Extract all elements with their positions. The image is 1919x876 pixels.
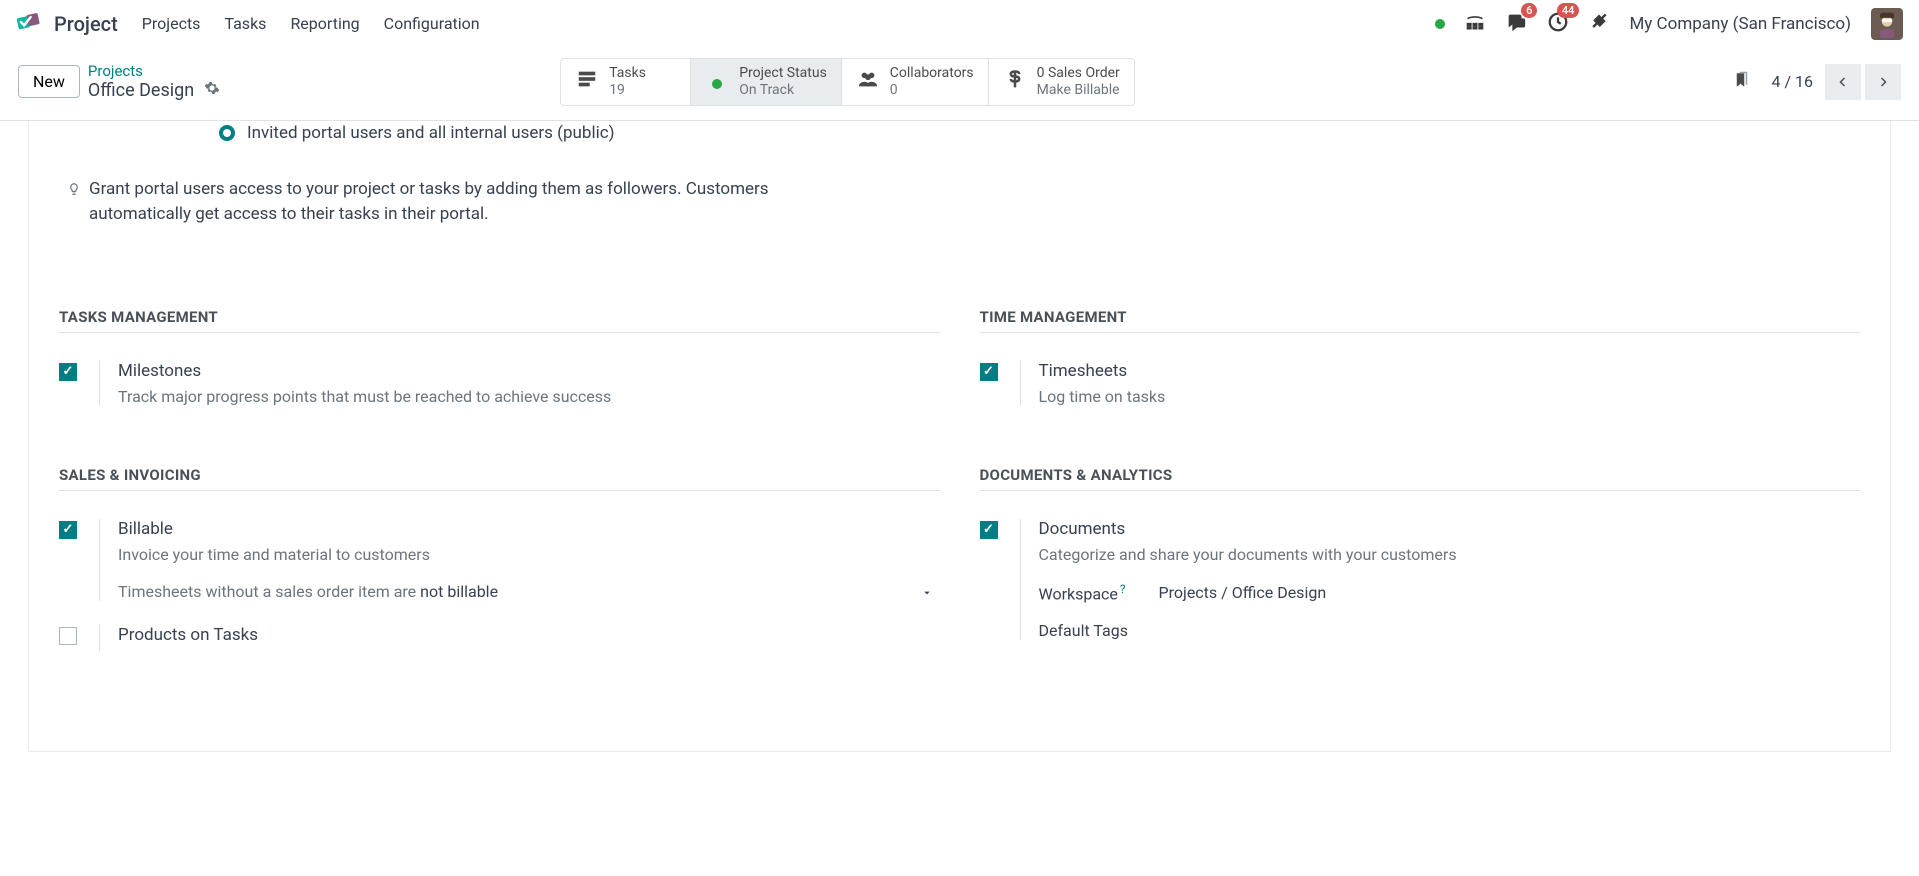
section-time-mgmt: TIME MANAGEMENT bbox=[980, 308, 1861, 333]
stat-sales-order[interactable]: 0 Sales Order Make Billable bbox=[989, 59, 1134, 105]
menu-reporting[interactable]: Reporting bbox=[290, 14, 359, 33]
workspace-field[interactable]: Workspace? Projects / Office Design bbox=[1039, 582, 1861, 603]
billable-desc: Invoice your time and material to custom… bbox=[118, 545, 940, 564]
help-icon[interactable]: ? bbox=[1120, 582, 1126, 596]
documents-desc: Categorize and share your documents with… bbox=[1039, 545, 1861, 564]
lightbulb-icon bbox=[67, 180, 81, 202]
workspace-value: Projects / Office Design bbox=[1159, 583, 1327, 602]
control-panel: New Projects Office Design Tasks 19 Proj… bbox=[0, 48, 1919, 121]
gear-icon[interactable] bbox=[204, 80, 220, 101]
milestones-label: Milestones bbox=[118, 361, 940, 381]
setting-milestones: Milestones Track major progress points t… bbox=[59, 361, 940, 406]
setting-billable: Billable Invoice your time and material … bbox=[59, 519, 940, 601]
new-button[interactable]: New bbox=[18, 65, 80, 98]
phone-icon[interactable] bbox=[1465, 12, 1485, 36]
stat-tasks-label: Tasks bbox=[609, 65, 646, 82]
milestones-desc: Track major progress points that must be… bbox=[118, 387, 940, 406]
stat-collab-value: 0 bbox=[890, 82, 974, 99]
menu-projects[interactable]: Projects bbox=[142, 14, 201, 33]
user-avatar[interactable] bbox=[1871, 8, 1903, 40]
visibility-tip-text: Grant portal users access to your projec… bbox=[89, 177, 787, 228]
products-on-tasks-checkbox[interactable] bbox=[59, 627, 77, 645]
stat-collab-label: Collaborators bbox=[890, 65, 974, 82]
timesheets-label: Timesheets bbox=[1039, 361, 1861, 381]
stat-buttons: Tasks 19 Project Status On Track Collabo… bbox=[560, 58, 1135, 106]
stat-status-label: Project Status bbox=[739, 65, 827, 82]
section-docs-analytics: DOCUMENTS & ANALYTICS bbox=[980, 466, 1861, 491]
section-sales-invoicing: SALES & INVOICING bbox=[59, 466, 940, 491]
documents-checkbox[interactable] bbox=[980, 521, 998, 539]
bookmark-icon[interactable] bbox=[1733, 69, 1751, 95]
activities-icon[interactable]: 44 bbox=[1547, 11, 1569, 37]
status-dot-icon bbox=[705, 70, 729, 94]
debug-icon[interactable] bbox=[1589, 12, 1609, 36]
messages-icon[interactable]: 6 bbox=[1505, 11, 1527, 37]
billable-label: Billable bbox=[118, 519, 940, 539]
stat-project-status[interactable]: Project Status On Track bbox=[691, 59, 842, 105]
collaborators-icon bbox=[856, 68, 880, 95]
dollar-icon bbox=[1003, 67, 1027, 96]
products-on-tasks-label: Products on Tasks bbox=[118, 625, 940, 645]
stat-sales-value: Make Billable bbox=[1037, 82, 1120, 99]
caret-down-icon bbox=[922, 582, 932, 601]
setting-documents: Documents Categorize and share your docu… bbox=[980, 519, 1861, 640]
setting-timesheets: Timesheets Log time on tasks bbox=[980, 361, 1861, 406]
section-tasks-mgmt: TASKS MANAGEMENT bbox=[59, 308, 940, 333]
main-menu: Projects Tasks Reporting Configuration bbox=[142, 14, 480, 33]
documents-label: Documents bbox=[1039, 519, 1861, 539]
default-tags-field[interactable]: Default Tags bbox=[1039, 621, 1861, 640]
setting-products-on-tasks: Products on Tasks bbox=[59, 625, 940, 651]
ts-policy-value: not billable bbox=[420, 582, 498, 601]
menu-tasks[interactable]: Tasks bbox=[224, 14, 266, 33]
connection-status-icon bbox=[1435, 19, 1445, 29]
messages-badge: 6 bbox=[1521, 3, 1537, 18]
form-sheet: Invited portal users and all internal us… bbox=[28, 121, 1891, 752]
visibility-tip: Grant portal users access to your projec… bbox=[67, 177, 787, 228]
radio-selected-icon bbox=[219, 125, 235, 141]
visibility-option-public[interactable]: Invited portal users and all internal us… bbox=[219, 121, 1860, 143]
timesheets-desc: Log time on tasks bbox=[1039, 387, 1861, 406]
pager-counter[interactable]: 4 / 16 bbox=[1771, 72, 1813, 91]
stat-status-value: On Track bbox=[739, 82, 827, 99]
activities-badge: 44 bbox=[1557, 3, 1580, 18]
pager-prev[interactable] bbox=[1825, 64, 1861, 100]
default-tags-label: Default Tags bbox=[1039, 621, 1128, 640]
billable-checkbox[interactable] bbox=[59, 521, 77, 539]
ts-policy-prefix: Timesheets without a sales order item ar… bbox=[118, 582, 416, 601]
visibility-public-label: Invited portal users and all internal us… bbox=[247, 123, 615, 143]
breadcrumb-current: Office Design bbox=[88, 80, 194, 101]
stat-tasks[interactable]: Tasks 19 bbox=[561, 59, 691, 105]
stat-collaborators[interactable]: Collaborators 0 bbox=[842, 59, 989, 105]
tasks-icon bbox=[575, 68, 599, 95]
app-logo[interactable] bbox=[16, 9, 42, 39]
company-switcher[interactable]: My Company (San Francisco) bbox=[1629, 14, 1851, 34]
pager-next[interactable] bbox=[1865, 64, 1901, 100]
top-navbar: Project Projects Tasks Reporting Configu… bbox=[0, 0, 1919, 48]
milestones-checkbox[interactable] bbox=[59, 363, 77, 381]
workspace-label: Workspace bbox=[1039, 584, 1118, 603]
project-app-icon bbox=[16, 9, 42, 35]
stat-sales-label: 0 Sales Order bbox=[1037, 65, 1120, 82]
stat-tasks-value: 19 bbox=[609, 82, 646, 99]
breadcrumb: Projects Office Design bbox=[88, 62, 220, 101]
timesheet-policy-select[interactable]: Timesheets without a sales order item ar… bbox=[118, 582, 940, 601]
breadcrumb-parent[interactable]: Projects bbox=[88, 62, 220, 80]
menu-configuration[interactable]: Configuration bbox=[384, 14, 480, 33]
app-title[interactable]: Project bbox=[54, 12, 118, 36]
timesheets-checkbox[interactable] bbox=[980, 363, 998, 381]
